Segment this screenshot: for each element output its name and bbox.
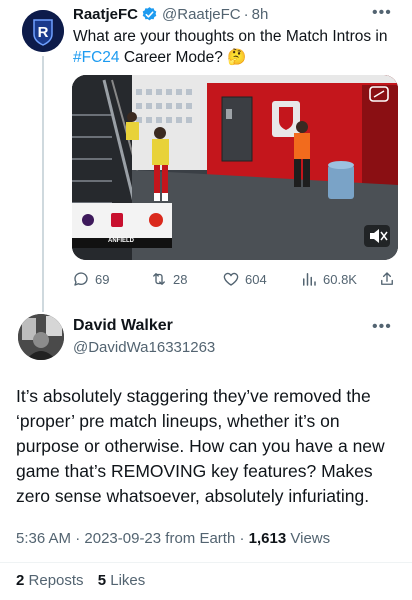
avatar-logo: R bbox=[22, 10, 64, 52]
views-action[interactable]: 60.8K bbox=[300, 270, 357, 288]
divider bbox=[0, 562, 412, 563]
tweet-text-part: What are your thoughts on the Match Intr… bbox=[73, 28, 388, 45]
like-icon bbox=[223, 272, 239, 286]
avatar[interactable]: R bbox=[22, 10, 64, 52]
likes-label: Likes bbox=[110, 572, 146, 589]
tweet-header: RaatjeFC @RaatjeFC · 8h bbox=[73, 4, 268, 24]
tweet-video[interactable]: ANFIELD bbox=[72, 75, 398, 260]
scoreboard-venue: ANFIELD bbox=[108, 238, 134, 244]
like-count: 604 bbox=[245, 271, 267, 287]
more-icon[interactable]: ••• bbox=[372, 4, 392, 22]
views-label: Views bbox=[290, 530, 331, 547]
author-name[interactable]: RaatjeFC bbox=[73, 6, 138, 23]
tweet-action-bar: 69 28 604 60.8K bbox=[72, 270, 398, 290]
tweet-text: It’s absolutely staggering they’ve remov… bbox=[16, 386, 385, 506]
reposts-stat[interactable]: 2 Reposts bbox=[16, 572, 84, 589]
author-handle[interactable]: @DavidWa16331263 bbox=[73, 339, 215, 356]
repost-action[interactable]: 28 bbox=[150, 270, 187, 288]
thinking-emoji: 🤔 bbox=[227, 49, 247, 66]
tweet-time[interactable]: 5:36 AM bbox=[16, 530, 71, 547]
verified-badge-icon bbox=[142, 6, 157, 20]
share-action[interactable] bbox=[378, 270, 396, 288]
author-handle[interactable]: @RaatjeFC bbox=[162, 6, 241, 23]
views-count: 60.8K bbox=[323, 271, 357, 287]
avatar-photo bbox=[18, 314, 64, 360]
svg-text:R: R bbox=[38, 24, 49, 41]
tweet-meta: 5:36 AM · 2023-09-23 from Earth · 1,613 … bbox=[16, 530, 331, 547]
thread-connector-line bbox=[42, 56, 44, 312]
repost-icon bbox=[153, 273, 165, 285]
separator-dot: · bbox=[243, 5, 249, 23]
reposts-label: Reposts bbox=[28, 572, 84, 589]
views-count: 1,613 bbox=[248, 530, 287, 547]
reply-count: 69 bbox=[95, 271, 110, 287]
tweet-source: from Earth bbox=[165, 530, 236, 547]
author-name[interactable]: David Walker bbox=[73, 317, 173, 335]
reply-icon bbox=[74, 272, 88, 286]
reply-action[interactable]: 69 bbox=[72, 270, 109, 288]
tweet-date[interactable]: 2023-09-23 bbox=[84, 530, 161, 547]
repost-count: 28 bbox=[173, 271, 188, 287]
timestamp[interactable]: 8h bbox=[252, 6, 269, 23]
hashtag-link[interactable]: #FC24 bbox=[73, 49, 120, 66]
share-icon bbox=[381, 272, 393, 285]
video-frame bbox=[72, 75, 398, 260]
engagement-stats: 2 Reposts 5 Likes bbox=[16, 572, 145, 589]
avatar[interactable] bbox=[18, 314, 64, 360]
likes-stat[interactable]: 5 Likes bbox=[98, 572, 146, 589]
mute-icon[interactable] bbox=[364, 225, 390, 247]
reposts-count: 2 bbox=[16, 572, 25, 589]
tweet-text-part: Career Mode? bbox=[119, 49, 223, 66]
views-icon bbox=[303, 273, 316, 286]
more-icon[interactable]: ••• bbox=[372, 318, 392, 336]
tweet-text: What are your thoughts on the Match Intr… bbox=[73, 26, 398, 68]
like-action[interactable]: 604 bbox=[222, 270, 267, 288]
likes-count: 5 bbox=[97, 572, 107, 589]
